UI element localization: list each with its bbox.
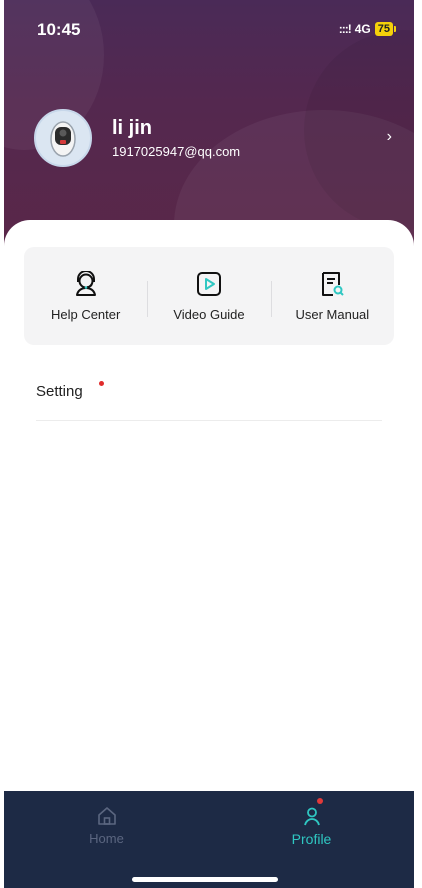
video-guide-label: Video Guide xyxy=(173,306,245,322)
battery-icon: 75 xyxy=(374,22,393,36)
battery-tip xyxy=(394,26,396,32)
user-manual-label: User Manual xyxy=(295,306,370,322)
profile-row[interactable]: li jin 1917025947@qq.com › xyxy=(34,108,394,168)
tab-home[interactable]: Home xyxy=(4,791,209,888)
network-label: 4G xyxy=(354,22,371,36)
notification-dot xyxy=(99,381,104,386)
home-icon xyxy=(97,807,116,825)
video-guide-button[interactable]: Video Guide xyxy=(147,247,270,345)
tab-profile[interactable]: Profile xyxy=(209,791,414,888)
status-indicators: :::! 4G 75 xyxy=(339,22,396,36)
profile-icon xyxy=(303,807,320,826)
home-indicator xyxy=(132,877,278,882)
headset-icon xyxy=(75,270,96,296)
help-center-label: Help Center xyxy=(50,306,121,322)
content-card: Help Center Video Guide User Manual Sett… xyxy=(4,220,414,800)
setting-row[interactable]: Setting xyxy=(36,375,382,421)
tab-home-label: Home xyxy=(89,831,124,846)
user-info: li jin 1917025947@qq.com xyxy=(112,117,240,159)
setting-label: Setting xyxy=(36,383,83,400)
status-bar: 10:45 :::! 4G 75 xyxy=(4,0,414,60)
notification-dot xyxy=(317,798,323,804)
user-name: li jin xyxy=(112,117,152,139)
tab-profile-label: Profile xyxy=(291,831,332,847)
user-email: 1917025947@qq.com xyxy=(112,144,241,159)
help-center-button[interactable]: Help Center xyxy=(24,247,147,345)
camera-device-icon xyxy=(50,121,76,157)
status-time: 10:45 xyxy=(37,20,81,39)
avatar[interactable] xyxy=(34,109,92,167)
tools-panel: Help Center Video Guide User Manual xyxy=(24,247,394,345)
signal-icon: :::! xyxy=(338,22,352,36)
profile-screen: 10:45 :::! 4G 75 li jin 1917025947@qq.co… xyxy=(4,0,414,888)
play-icon xyxy=(196,271,221,296)
chevron-right-icon[interactable]: › xyxy=(387,128,392,146)
document-search-icon xyxy=(322,271,345,296)
bottom-tab-bar: Home Profile xyxy=(4,791,414,888)
user-manual-button[interactable]: User Manual xyxy=(270,247,394,345)
